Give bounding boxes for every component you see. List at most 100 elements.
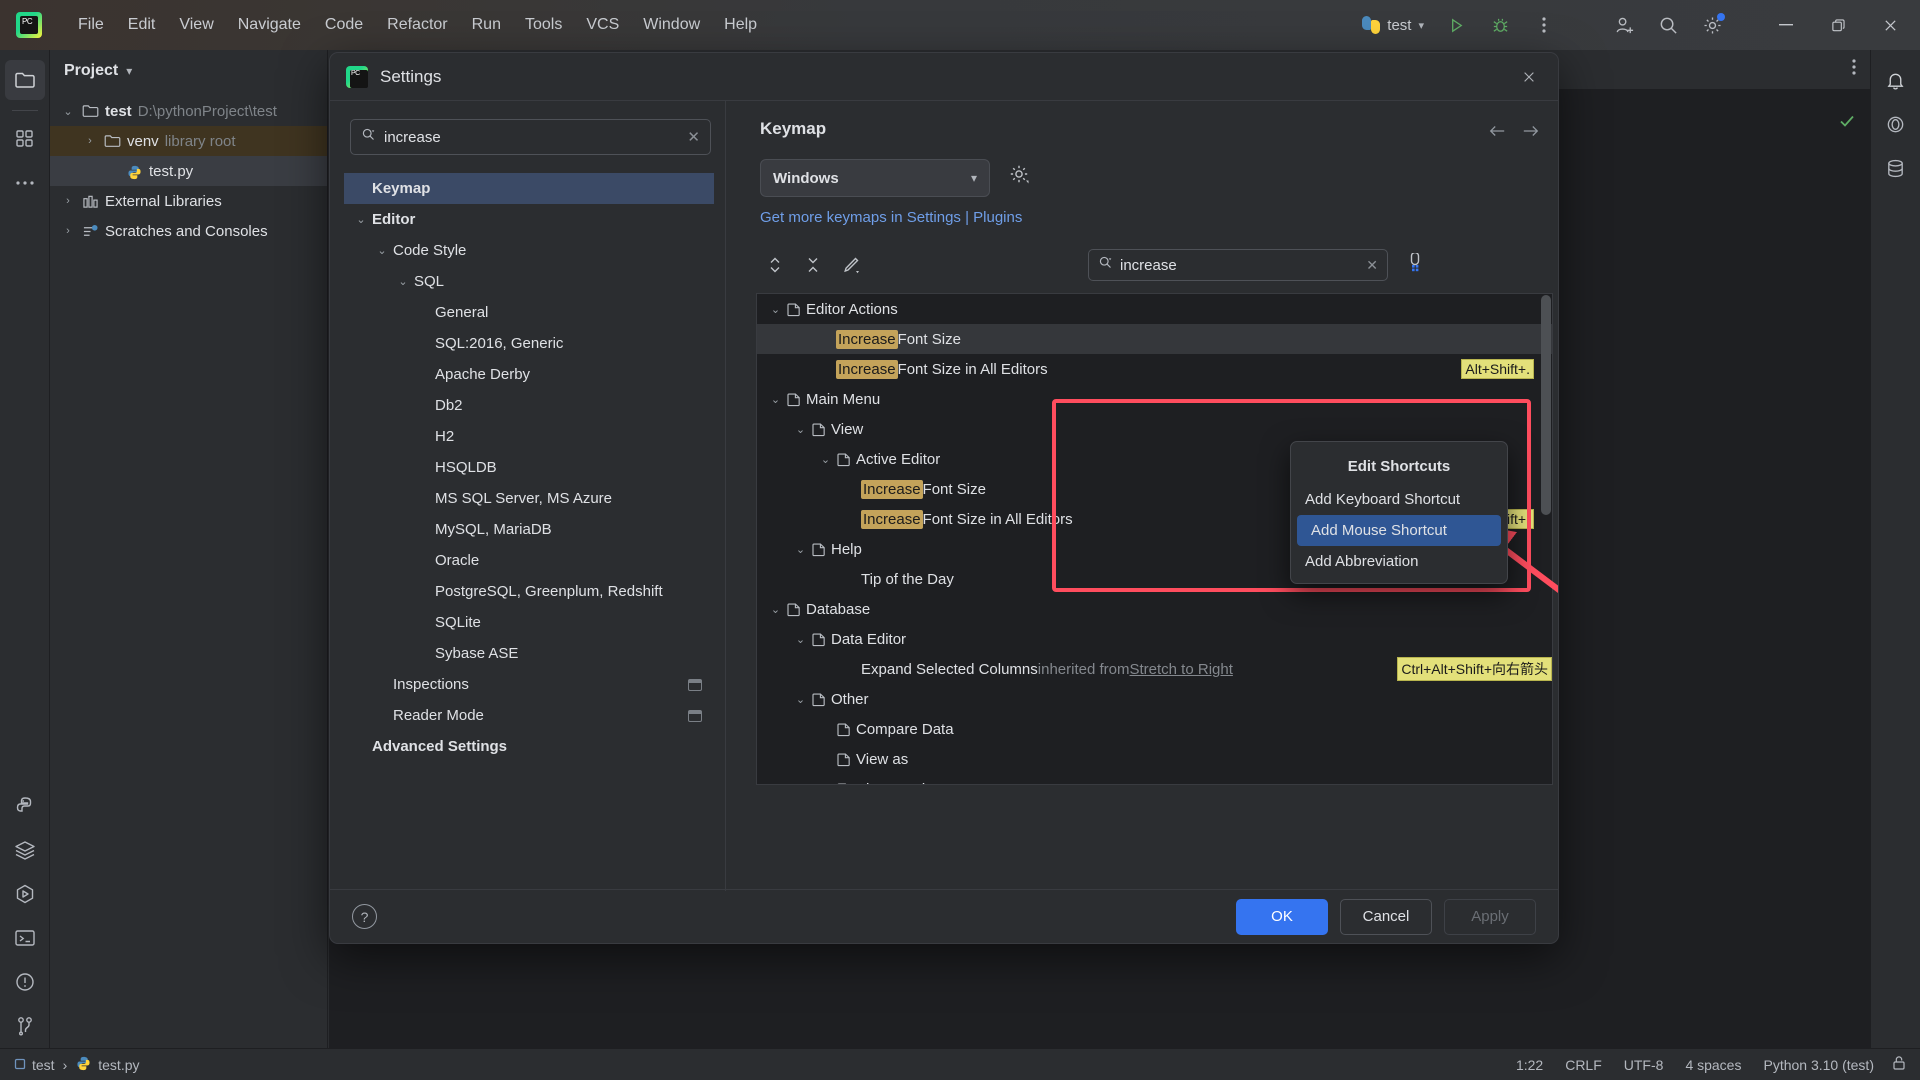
menu-vcs[interactable]: VCS	[574, 10, 631, 40]
keymap-group-view-asundefined[interactable]: View as	[757, 744, 1552, 774]
chevron-down-icon[interactable]: ⌄	[815, 783, 836, 786]
status-caret-position[interactable]: 1:22	[1516, 1057, 1543, 1073]
chevron-down-icon[interactable]: ⌄	[350, 213, 372, 226]
menu-refactor[interactable]: Refactor	[375, 10, 459, 40]
database-layers-icon[interactable]	[5, 830, 45, 870]
chevron-right-icon[interactable]: ›	[60, 195, 76, 207]
database-icon[interactable]	[1876, 148, 1916, 188]
keymap-group-viewundefined[interactable]: ⌄View	[757, 414, 1552, 444]
settings-search-field[interactable]: increase ✕	[350, 119, 711, 155]
menu-code[interactable]: Code	[313, 10, 375, 40]
settings-nav-tree[interactable]: Keymap⌄Editor⌄Code Style⌄SQLGeneralSQL:2…	[344, 173, 714, 881]
arrow-right-icon[interactable]	[1522, 123, 1540, 143]
python-packages-icon[interactable]	[5, 786, 45, 826]
cancel-button[interactable]: Cancel	[1340, 899, 1432, 935]
project-tree-item-scratches-and-consoles[interactable]: ›Scratches and Consoles	[50, 216, 327, 246]
keymap-group-otherundefined[interactable]: ⌄Other	[757, 684, 1552, 714]
chevron-down-icon[interactable]: ⌄	[790, 543, 811, 556]
keymap-group-main-menuundefined[interactable]: ⌄Main Menu	[757, 384, 1552, 414]
settings-nav-item-general[interactable]: General	[344, 297, 714, 328]
close-icon[interactable]	[1516, 64, 1542, 90]
collapse-all-icon[interactable]	[798, 251, 828, 279]
chevron-down-icon[interactable]: ⌄	[815, 453, 836, 466]
expand-collapse-icon[interactable]	[760, 251, 790, 279]
settings-nav-item-keymap[interactable]: Keymap	[344, 173, 714, 204]
keymap-search-input[interactable]: increase	[1120, 257, 1359, 274]
editor-more-icon[interactable]	[1852, 58, 1856, 81]
settings-nav-item-sql-2016-generic[interactable]: SQL:2016, Generic	[344, 328, 714, 359]
keymap-group-databaseundefined[interactable]: ⌄Database	[757, 594, 1552, 624]
chevron-down-icon[interactable]: ⌄	[790, 423, 811, 436]
restore-icon[interactable]	[1812, 0, 1864, 50]
run-icon[interactable]	[1434, 5, 1478, 45]
version-control-icon[interactable]	[5, 1006, 45, 1046]
menu-window[interactable]: Window	[631, 10, 712, 40]
context-menu-item-add-keyboard-shortcut[interactable]: Add Keyboard Shortcut	[1291, 484, 1507, 515]
find-by-shortcut-icon[interactable]	[1405, 253, 1425, 280]
close-icon[interactable]	[1864, 0, 1916, 50]
chevron-down-icon[interactable]: ⌄	[392, 275, 414, 288]
project-tree-item-test[interactable]: ⌄testD:\pythonProject\test	[50, 96, 327, 126]
keymap-action--font-sizeincrease[interactable]: Increase Font Size	[757, 324, 1552, 354]
minimize-icon[interactable]	[1760, 0, 1812, 50]
settings-gear-icon[interactable]	[1690, 5, 1734, 45]
settings-nav-item-editor[interactable]: ⌄Editor	[344, 204, 714, 235]
menu-edit[interactable]: Edit	[116, 10, 168, 40]
project-tree[interactable]: ⌄testD:\pythonProject\test›venvlibrary r…	[50, 92, 327, 246]
project-folder-icon[interactable]	[5, 60, 45, 100]
arrow-left-icon[interactable]	[1488, 123, 1506, 143]
ok-button[interactable]: OK	[1236, 899, 1328, 935]
status-indent[interactable]: 4 spaces	[1685, 1057, 1741, 1073]
services-run-icon[interactable]	[5, 874, 45, 914]
debug-icon[interactable]	[1478, 5, 1522, 45]
breadcrumb-item-test-py[interactable]: test.py	[75, 1055, 139, 1075]
structure-icon[interactable]	[5, 119, 45, 159]
menu-tools[interactable]: Tools	[513, 10, 574, 40]
chevron-down-icon[interactable]: ⌄	[790, 693, 811, 706]
settings-nav-item-oracle[interactable]: Oracle	[344, 545, 714, 576]
help-question-icon[interactable]: ?	[352, 904, 377, 929]
chevron-down-icon[interactable]: ⌄	[765, 393, 786, 406]
more-options-icon[interactable]	[1522, 5, 1566, 45]
terminal-icon[interactable]	[5, 918, 45, 958]
clear-icon[interactable]: ✕	[1366, 257, 1378, 274]
project-tree-item-external-libraries[interactable]: ›External Libraries	[50, 186, 327, 216]
status-line-separator[interactable]: CRLF	[1565, 1057, 1602, 1073]
inherited-source-link[interactable]: Stretch to Right	[1130, 661, 1233, 678]
problems-icon[interactable]	[5, 962, 45, 1002]
keymap-group-editor-actionsundefined[interactable]: ⌄Editor Actions	[757, 294, 1552, 324]
keymap-action--font-size-in-all-editorsincrease[interactable]: Increase Font Size in All EditorsAlt+Shi…	[757, 354, 1552, 384]
inspection-ok-icon[interactable]	[1838, 112, 1856, 135]
apply-button[interactable]: Apply	[1444, 899, 1536, 935]
breadcrumb[interactable]: test›test.py	[0, 1055, 140, 1075]
menu-run[interactable]: Run	[460, 10, 513, 40]
keymap-group-show-options-menuundefined[interactable]: ⌄Show Options Menu	[757, 774, 1552, 785]
project-panel-header[interactable]: Project ▾	[50, 50, 327, 92]
context-menu-item-add-mouse-shortcut[interactable]: Add Mouse Shortcut	[1297, 515, 1501, 546]
settings-nav-item-inspections[interactable]: Inspections	[344, 669, 714, 700]
settings-nav-item-sql[interactable]: ⌄SQL	[344, 266, 714, 297]
breadcrumb-item-test[interactable]: test	[14, 1057, 55, 1073]
chevron-down-icon[interactable]: ⌄	[765, 303, 786, 316]
ai-assistant-icon[interactable]	[1876, 104, 1916, 144]
settings-search-input[interactable]: increase	[384, 129, 679, 146]
keymap-group-compare-dataundefined[interactable]: Compare Data	[757, 714, 1552, 744]
project-tree-item-test-py[interactable]: test.py	[50, 156, 327, 186]
context-menu-item-add-abbreviation[interactable]: Add Abbreviation	[1291, 546, 1507, 577]
settings-nav-item-sybase-ase[interactable]: Sybase ASE	[344, 638, 714, 669]
keymap-search-field[interactable]: increase ✕	[1088, 249, 1388, 281]
settings-nav-item-apache-derby[interactable]: Apache Derby	[344, 359, 714, 390]
status-interpreter[interactable]: Python 3.10 (test)	[1763, 1057, 1874, 1073]
settings-nav-item-db2[interactable]: Db2	[344, 390, 714, 421]
chevron-down-icon[interactable]: ⌄	[371, 244, 393, 257]
notifications-bell-icon[interactable]	[1876, 60, 1916, 100]
search-dropdown-icon[interactable]	[361, 127, 376, 147]
more-tool-windows-icon[interactable]	[5, 163, 45, 203]
settings-nav-item-ms-sql-server-ms-azure[interactable]: MS SQL Server, MS Azure	[344, 483, 714, 514]
keymap-group-data-editorundefined[interactable]: ⌄Data Editor	[757, 624, 1552, 654]
clear-icon[interactable]: ✕	[687, 128, 700, 146]
add-user-icon[interactable]	[1602, 5, 1646, 45]
keymap-action-expand-selected-columns[interactable]: Expand Selected Columns inherited from S…	[757, 654, 1552, 684]
menu-file[interactable]: File	[66, 10, 116, 40]
chevron-down-icon[interactable]: ⌄	[60, 105, 76, 118]
